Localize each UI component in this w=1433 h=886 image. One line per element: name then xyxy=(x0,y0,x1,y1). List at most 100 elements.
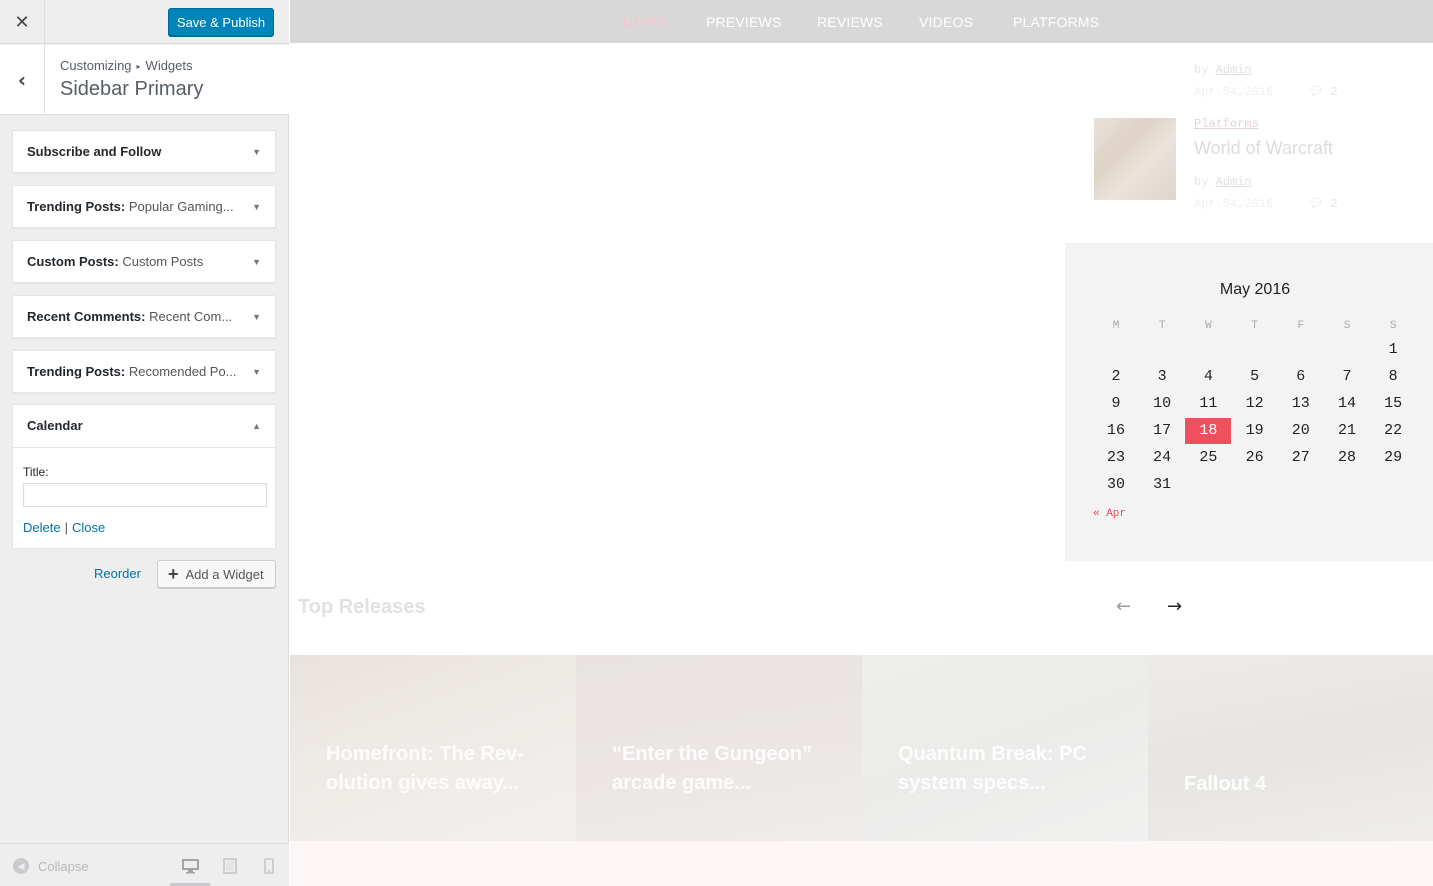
calendar-day-today: 18 xyxy=(1185,418,1232,444)
section-title: Sidebar Primary xyxy=(60,78,204,100)
top-releases-title: Top Releases xyxy=(298,596,426,618)
arrow-right-icon[interactable]: → xyxy=(1167,596,1182,617)
calendar-day: 14 xyxy=(1337,395,1356,412)
calendar-day: 11 xyxy=(1199,395,1218,412)
widget-trending-popular[interactable]: Trending Posts: Popular Gaming... ▼ xyxy=(12,185,276,228)
calendar-prev-month-link[interactable]: « Apr xyxy=(1093,508,1126,520)
calendar-day: 31 xyxy=(1153,476,1172,493)
author-link[interactable]: Admin xyxy=(1216,63,1252,77)
post-thumbnail[interactable] xyxy=(1094,118,1176,200)
calendar-weekday: W xyxy=(1205,320,1212,332)
calendar-day: 23 xyxy=(1106,449,1125,466)
widget-title: Recent Comments: Recent Com... xyxy=(27,296,242,338)
title-input[interactable] xyxy=(23,483,267,507)
breadcrumb-customizing: Customizing xyxy=(60,58,132,73)
release-card[interactable]: Fallout 4 xyxy=(1148,655,1433,841)
release-card[interactable]: “Enter the Gungeon” arcade game... xyxy=(576,655,862,841)
widget-subtitle: Recent Com... xyxy=(145,309,233,324)
widget-title: Calendar xyxy=(27,405,242,447)
save-publish-button[interactable]: Save & Publish xyxy=(168,8,274,36)
breadcrumb-widgets: Widgets xyxy=(145,58,193,73)
widget-name: Trending Posts: xyxy=(27,199,126,214)
widget-trending-recommended[interactable]: Trending Posts: Recomended Po... ▼ xyxy=(12,350,276,393)
release-card[interactable]: Homefront: The Rev- olution gives away..… xyxy=(290,655,576,841)
calendar-day: 8 xyxy=(1388,368,1398,385)
collapse-arrow-icon[interactable]: ▲ xyxy=(252,405,261,447)
customizer-sidebar: ✕ Save & Publish ‹ Customizing ▸ Widgets S… xyxy=(0,0,289,886)
collapse-button[interactable]: ◀ Collapse xyxy=(13,858,89,874)
calendar-day: 13 xyxy=(1291,395,1310,412)
releases-carousel: Homefront: The Rev- olution gives away..… xyxy=(290,655,1433,841)
widget-calendar-header[interactable]: Calendar ▲ xyxy=(13,405,275,448)
calendar-weekday: S xyxy=(1389,320,1397,332)
section-header: ‹ Customizing ▸ Widgets Sidebar Primary xyxy=(0,45,289,115)
widget-custom-posts[interactable]: Custom Posts: Custom Posts ▼ xyxy=(12,240,276,283)
expand-arrow-icon[interactable]: ▼ xyxy=(252,131,261,173)
expand-arrow-icon[interactable]: ▼ xyxy=(252,241,261,283)
calendar-day: 12 xyxy=(1245,395,1264,412)
customizer-header: ✕ Save & Publish xyxy=(0,0,289,44)
mobile-preview-icon[interactable] xyxy=(260,857,278,875)
post-comments[interactable]: 💬︎ 2 xyxy=(1308,84,1338,99)
calendar-day: 21 xyxy=(1337,422,1356,439)
expand-arrow-icon[interactable]: ▼ xyxy=(252,296,261,338)
widget-name: Calendar xyxy=(27,418,83,433)
calendar-day: 2 xyxy=(1111,368,1121,385)
calendar-day: 30 xyxy=(1106,476,1125,493)
calendar-day: 25 xyxy=(1199,449,1218,466)
calendar-day: 15 xyxy=(1384,395,1403,412)
release-image xyxy=(1148,655,1433,841)
post-title[interactable]: World of Warcraft xyxy=(1194,138,1333,159)
nav-previews[interactable]: PREVIEWS xyxy=(706,0,782,44)
site-preview: NEWS PREVIEWS REVIEWS VIDEOS PLATFORMS b… xyxy=(290,0,1433,886)
reorder-link[interactable]: Reorder xyxy=(94,566,141,581)
footer-band xyxy=(290,841,1433,886)
widget-subscribe-follow[interactable]: Subscribe and Follow ▼ xyxy=(12,130,276,173)
widget-name: Trending Posts: xyxy=(27,364,126,379)
post-category[interactable]: Platforms xyxy=(1194,117,1259,131)
comment-icon: 💬︎ xyxy=(1308,197,1324,211)
calendar-day: 9 xyxy=(1111,395,1121,412)
add-widget-label: Add a Widget xyxy=(185,566,264,582)
post-comments[interactable]: 💬︎ 2 xyxy=(1308,196,1338,211)
calendar-day: 20 xyxy=(1291,422,1310,439)
breadcrumb-separator-icon: ▸ xyxy=(136,62,141,71)
arrow-left-icon[interactable]: ← xyxy=(1116,596,1131,617)
delete-link[interactable]: Delete xyxy=(23,520,61,535)
calendar-day: 6 xyxy=(1296,368,1306,385)
calendar-weekday: S xyxy=(1343,320,1351,332)
calendar-day: 3 xyxy=(1157,368,1167,385)
back-chevron-icon[interactable]: ‹ xyxy=(0,45,45,115)
author-link[interactable]: Admin xyxy=(1216,175,1252,189)
expand-arrow-icon[interactable]: ▼ xyxy=(252,186,261,228)
nav-videos[interactable]: VIDEOS xyxy=(919,0,973,44)
comment-count: 2 xyxy=(1330,85,1338,99)
main-nav: NEWS PREVIEWS REVIEWS VIDEOS PLATFORMS xyxy=(290,0,1433,43)
add-widget-button[interactable]: + Add a Widget xyxy=(157,560,276,588)
nav-platforms[interactable]: PLATFORMS xyxy=(1013,0,1099,44)
tablet-preview-icon[interactable] xyxy=(221,857,239,875)
desktop-preview-icon[interactable] xyxy=(181,857,199,875)
widget-title: Custom Posts: Custom Posts xyxy=(27,241,242,283)
post-author-meta: by Admin xyxy=(1194,175,1252,189)
widget-subtitle: Custom Posts xyxy=(118,254,204,269)
calendar-weekday: T xyxy=(1251,320,1258,332)
collapse-arrow-icon: ◀ xyxy=(13,858,29,874)
calendar-day: 28 xyxy=(1337,449,1356,466)
close-icon[interactable]: ✕ xyxy=(0,0,45,44)
expand-arrow-icon[interactable]: ▼ xyxy=(252,351,261,393)
release-card[interactable]: Quantum Break: PC system specs... xyxy=(862,655,1148,841)
calendar-day: 5 xyxy=(1250,368,1260,385)
widget-recent-comments[interactable]: Recent Comments: Recent Com... ▼ xyxy=(12,295,276,338)
comment-count: 2 xyxy=(1330,197,1338,211)
calendar-day: 24 xyxy=(1153,449,1172,466)
close-link[interactable]: Close xyxy=(72,520,105,535)
calendar-day: 19 xyxy=(1245,422,1264,439)
calendar-widget-preview: May 2016 M T W T F S S 1 2 3 4 5 6 7 8 9 10 11 12 13 14 15 16 1… xyxy=(1065,243,1433,561)
nav-reviews[interactable]: REVIEWS xyxy=(817,0,883,44)
customizer-footer: ◀ Collapse xyxy=(0,843,289,886)
calendar-day: 16 xyxy=(1106,422,1125,439)
collapse-label: Collapse xyxy=(38,858,89,874)
nav-news[interactable]: NEWS xyxy=(623,0,666,44)
post-author-meta: by Admin xyxy=(1194,63,1252,77)
